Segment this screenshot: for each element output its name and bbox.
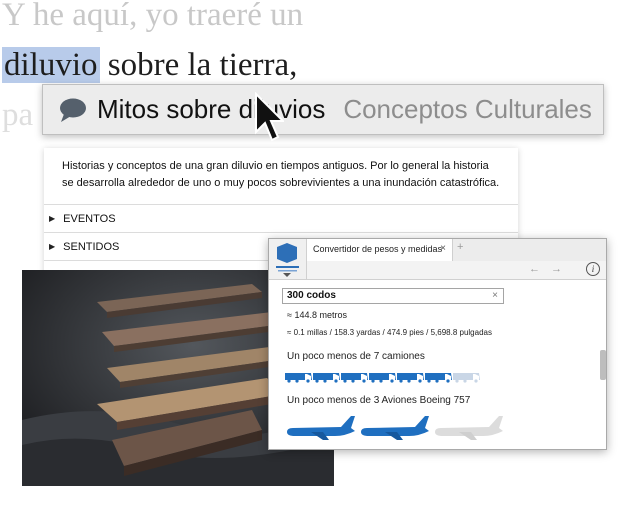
section-label: SENTIDOS — [63, 240, 120, 253]
mouse-pointer-icon — [255, 92, 284, 142]
speech-bubble-icon — [59, 97, 89, 123]
converter-window: Convertidor de pesos y medidas × + ← → i… — [268, 238, 607, 450]
tab-title: Convertidor de pesos y medidas — [313, 244, 443, 254]
plane-icon — [361, 416, 429, 440]
verse-line-2: diluvio sobre la tierra, — [2, 46, 297, 84]
expand-triangle-icon: ▶ — [49, 214, 56, 223]
result-primary: ≈ 144.8 metros — [287, 310, 347, 320]
scrollbar[interactable] — [600, 350, 606, 380]
truck-icon — [453, 373, 480, 383]
verse-line-2-rest: sobre la tierra, — [99, 47, 298, 83]
truck-icon — [285, 373, 312, 383]
truck-icon — [341, 373, 368, 383]
tab-bar — [453, 239, 606, 262]
comparison-trucks: Un poco menos de 7 camiones — [287, 351, 425, 362]
popup-title: Mitos sobre diluvios — [97, 94, 326, 124]
new-tab-icon[interactable]: + — [457, 241, 463, 253]
toolbar: ← → i — [307, 261, 606, 280]
lookup-popup-header[interactable]: Mitos sobre diluvios Conceptos Culturale… — [42, 84, 604, 135]
app-logo[interactable] — [269, 239, 307, 280]
search-input[interactable]: 300 codos × — [282, 288, 504, 304]
result-secondary: ≈ 0.1 millas / 158.3 yardas / 474.9 pies… — [287, 328, 492, 337]
verse-line-3: pa — [2, 97, 34, 133]
comparison-planes: Un poco menos de 3 Aviones Boeing 757 — [287, 395, 471, 406]
truck-icon — [397, 373, 424, 383]
plane-icon — [287, 416, 355, 440]
section-eventos[interactable]: ▶ EVENTOS — [44, 205, 518, 233]
info-icon[interactable]: i — [586, 262, 600, 276]
converter-body: 300 codos × ≈ 144.8 metros ≈ 0.1 millas … — [269, 280, 606, 449]
section-label: EVENTOS — [63, 212, 116, 225]
selected-word[interactable]: diluvio — [2, 47, 100, 83]
popup-description: Historias y conceptos de una gran diluvi… — [44, 148, 518, 205]
plane-icon — [435, 416, 503, 440]
search-value: 300 codos — [287, 290, 336, 301]
truck-icons — [285, 373, 480, 383]
clear-icon[interactable]: × — [492, 289, 498, 303]
nav-arrows-icon[interactable]: ← → — [529, 263, 566, 275]
truck-icon — [425, 373, 452, 383]
tab-converter[interactable]: Convertidor de pesos y medidas × — [307, 239, 453, 261]
expand-triangle-icon: ▶ — [49, 242, 56, 251]
truck-icon — [369, 373, 396, 383]
popup-category: Conceptos Culturales — [343, 94, 592, 124]
truck-icon — [313, 373, 340, 383]
plane-icons — [287, 416, 503, 440]
tab-close-icon[interactable]: × — [440, 239, 446, 259]
verse-line-1: Y he aquí, yo traeré un — [2, 0, 304, 33]
